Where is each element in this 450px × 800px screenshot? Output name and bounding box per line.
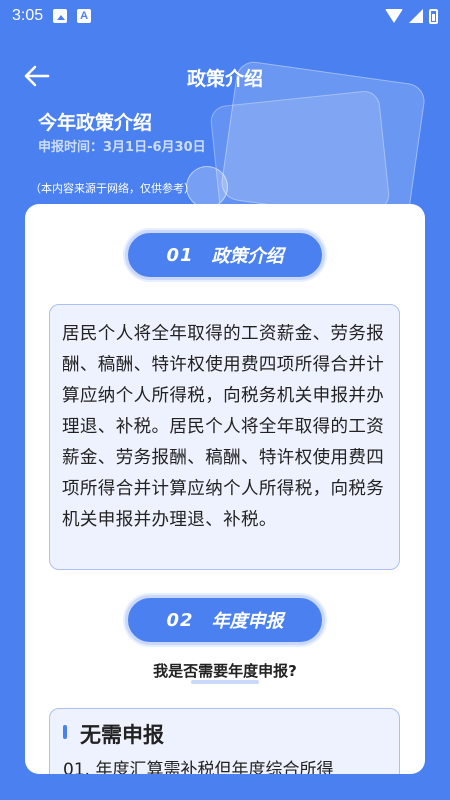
battery-icon xyxy=(429,8,438,24)
app-notification-icon: A xyxy=(77,9,92,23)
section-number: 02 xyxy=(166,609,194,631)
section-label: 政策介绍 xyxy=(211,246,284,267)
answer-accent-bar xyxy=(63,725,67,739)
content-card: 01 政策介绍 居民个人将全年取得的工资薪金、劳务报酬、稿酬、特许权使用费四项所… xyxy=(25,204,425,774)
header: 政策介绍 xyxy=(0,56,450,96)
section-label: 年度申报 xyxy=(211,611,284,632)
signal-icon xyxy=(409,9,423,23)
wifi-icon xyxy=(385,9,403,23)
section-number: 01 xyxy=(166,244,194,266)
answer-card: 无需申报 01. 年度汇算需补税但年度综合所得 xyxy=(49,708,400,774)
status-time: 3:05 xyxy=(12,7,44,24)
question-underline xyxy=(191,680,259,684)
filing-period: 申报时间：3月1日-6月30日 xyxy=(38,140,206,155)
filing-question: 我是否需要年度申报? xyxy=(153,662,297,680)
section-header-annual-filing: 02 年度申报 xyxy=(125,595,325,645)
image-notification-icon xyxy=(53,9,68,23)
status-bar: 3:05 A xyxy=(0,0,450,32)
source-disclaimer: （本内容来源于网络，仅供参考） xyxy=(30,182,195,195)
answer-text: 01. 年度汇算需补税但年度综合所得 xyxy=(63,760,334,774)
hero-title: 今年政策介绍 xyxy=(38,112,153,134)
page-title: 政策介绍 xyxy=(186,68,263,90)
section-header-policy: 01 政策介绍 xyxy=(125,230,325,280)
policy-intro-text: 居民个人将全年取得的工资薪金、劳务报酬、稿酬、特许权使用费四项所得合并计算应纳个… xyxy=(49,304,400,570)
answer-title: 无需申报 xyxy=(80,723,164,747)
